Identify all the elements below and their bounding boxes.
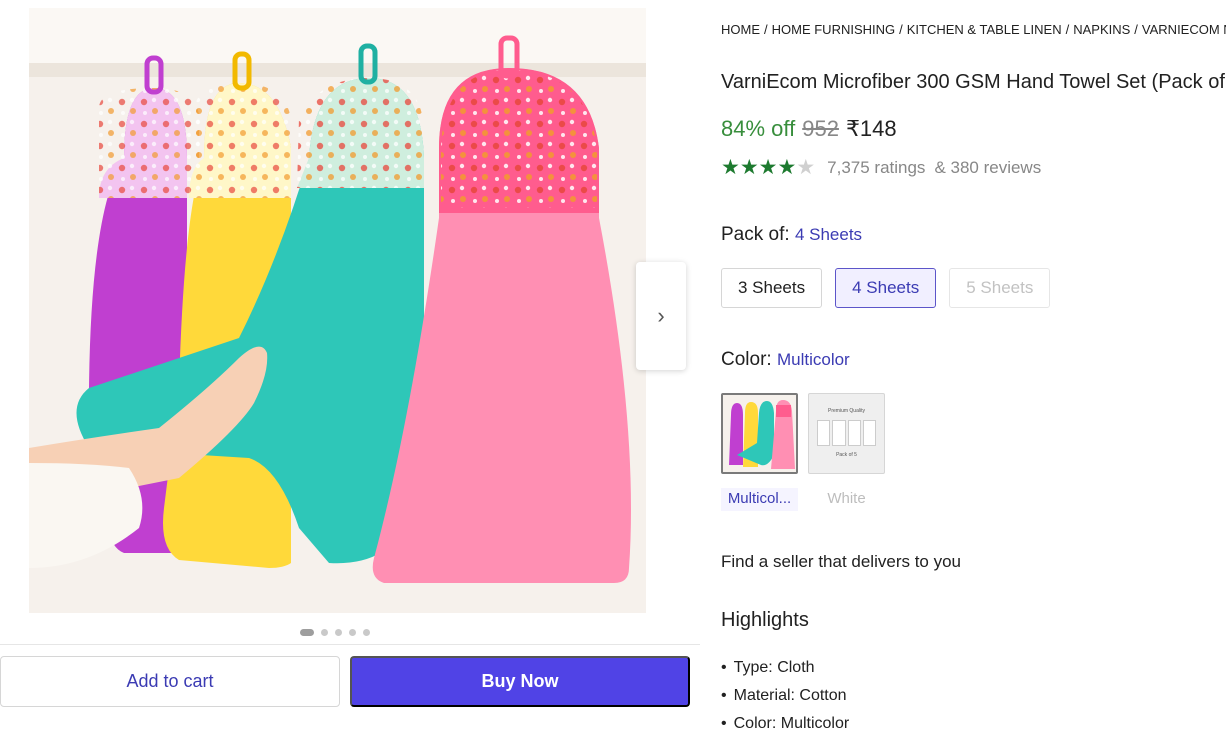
reviews-count[interactable]: & 380 reviews: [934, 158, 1041, 178]
carousel-dot[interactable]: [321, 629, 328, 636]
selling-price: ₹148: [845, 116, 897, 141]
color-label: Color:: [721, 349, 772, 370]
star-rating: ★ ★ ★ ★ ★: [721, 157, 815, 178]
pack-selector-label: Pack of: 4 Sheets: [721, 224, 862, 246]
price-row: 84% off 952 ₹148: [721, 116, 897, 142]
swatch-label: White: [827, 490, 866, 507]
star-icon: ★: [777, 156, 797, 179]
pack-label: Pack of:: [721, 224, 790, 245]
highlight-item: Type: Cloth: [721, 654, 849, 682]
add-to-cart-button[interactable]: Add to cart: [0, 656, 340, 707]
pack-option-3-sheets[interactable]: 3 Sheets: [721, 268, 823, 308]
image-carousel-dots: [300, 629, 370, 636]
original-price: 952: [802, 116, 839, 141]
breadcrumb-item-home[interactable]: HOME: [721, 22, 760, 37]
product-title: VarniEcom Microfiber 300 GSM Hand Towel …: [721, 71, 1226, 93]
ratings-count[interactable]: 7,375 ratings: [827, 158, 925, 178]
carousel-dot[interactable]: [335, 629, 342, 636]
divider: [0, 644, 700, 645]
swatch-label: Multicol...: [721, 488, 798, 511]
color-selector-label: Color: Multicolor: [721, 349, 850, 371]
star-icon: ★: [758, 156, 778, 179]
carousel-dot[interactable]: [300, 629, 314, 636]
rating-row: ★ ★ ★ ★ ★ 7,375 ratings & 380 reviews: [721, 157, 1041, 178]
highlight-item: Material: Cotton: [721, 682, 849, 710]
breadcrumb-item-home-furnishing[interactable]: HOME FURNISHING: [772, 22, 896, 37]
color-swatches: Multicol... Premium Quality Pack of 5 Wh…: [721, 393, 885, 511]
white-towels-thumb: [817, 420, 876, 446]
breadcrumb: HOME / HOME FURNISHING / KITCHEN & TABLE LIN…: [721, 22, 1226, 37]
color-swatch-multicolor[interactable]: Multicol...: [721, 393, 798, 511]
pack-selected-value: 4 Sheets: [794, 225, 863, 244]
next-image-button[interactable]: ›: [636, 262, 686, 370]
thumb-caption-top: Premium Quality: [828, 408, 865, 414]
star-icon: ★: [721, 156, 740, 179]
discount-percent: 84% off: [721, 116, 796, 141]
highlight-item: Color: Multicolor: [721, 710, 850, 736]
carousel-dot[interactable]: [363, 629, 370, 636]
highlights-title: Highlights: [721, 609, 809, 631]
color-swatch-white[interactable]: Premium Quality Pack of 5 White: [808, 393, 885, 511]
pack-option-5-sheets[interactable]: 5 Sheets: [949, 268, 1051, 308]
swatch-thumbnail: Premium Quality Pack of 5: [808, 393, 885, 474]
pack-option-4-sheets[interactable]: 4 Sheets: [835, 268, 937, 308]
breadcrumb-item-napkins[interactable]: NAPKINS: [1073, 22, 1130, 37]
pack-options: 3 Sheets 4 Sheets 5 Sheets: [721, 268, 1051, 308]
thumb-caption-bottom: Pack of 5: [836, 452, 857, 458]
star-icon: ★: [739, 156, 759, 179]
chevron-right-icon: ›: [657, 303, 665, 328]
product-details: HOME / HOME FURNISHING / KITCHEN & TABLE LIN…: [721, 0, 1226, 736]
swatch-thumbnail: [721, 393, 798, 474]
towel-thumbnail-image: [723, 395, 796, 472]
product-main-image[interactable]: [29, 8, 646, 613]
product-gallery: › Add to cart Buy Now: [0, 0, 700, 736]
breadcrumb-item-kitchen-table-linen[interactable]: KITCHEN & TABLE LINEN: [907, 22, 1062, 37]
star-empty-icon: ★: [796, 156, 816, 179]
highlights-list: Type: Cloth Material: Cotton Color: Mult…: [721, 654, 850, 736]
breadcrumb-item-brand-napkins[interactable]: VARNIECOM NAPKINS: [1142, 22, 1226, 37]
color-selected-value: Multicolor: [776, 350, 850, 369]
carousel-dot[interactable]: [349, 629, 356, 636]
buy-now-button[interactable]: Buy Now: [350, 656, 690, 707]
towel-image-illustration: [29, 8, 646, 613]
seller-prompt[interactable]: Find a seller that delivers to you: [721, 552, 961, 572]
